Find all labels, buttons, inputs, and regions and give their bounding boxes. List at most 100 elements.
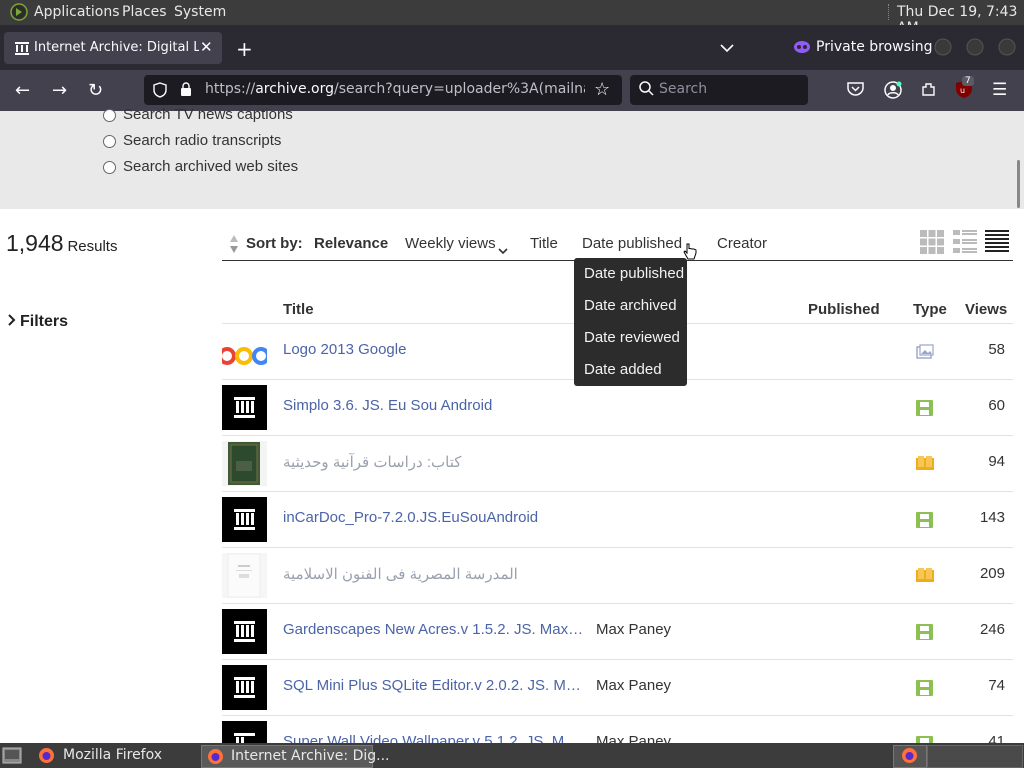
item-creator[interactable]: Max Paney	[596, 621, 671, 638]
gnome-logo-icon[interactable]	[10, 3, 28, 25]
table-row[interactable]: Simplo 3.6. JS. Eu Sou Android 60	[222, 379, 1013, 436]
sort-by-label: Sort by:	[246, 235, 303, 252]
radio-tv-captions[interactable]	[103, 109, 116, 122]
item-creator[interactable]: Max Paney	[596, 677, 671, 694]
lock-icon[interactable]	[180, 82, 192, 101]
software-type-icon	[916, 680, 934, 696]
sort-title[interactable]: Title	[530, 235, 558, 252]
item-views: 60	[988, 397, 1005, 414]
table-row[interactable]: كتاب: دراسات قرآنية وحديثية 94	[222, 435, 1013, 492]
show-desktop-icon[interactable]	[2, 747, 22, 768]
list-detail-view-icon[interactable]	[953, 230, 977, 258]
sort-weekly-views[interactable]: Weekly views	[405, 235, 496, 252]
tab-internet-archive[interactable]: Internet Archive: Digital Libr ✕	[4, 32, 222, 64]
dropdown-date-archived[interactable]: Date archived	[584, 297, 677, 314]
sort-creator[interactable]: Creator	[717, 235, 767, 252]
gnome-top-panel: Applications Places System Thu Dec 19, 7…	[0, 0, 1024, 36]
search-bar[interactable]: Search	[630, 75, 808, 105]
radio-web-sites[interactable]	[103, 161, 116, 174]
table-row[interactable]: المدرسة المصرية فى الفنون الاسلامية 209	[222, 547, 1013, 604]
filters-toggle[interactable]: Filters	[8, 313, 68, 331]
places-menu[interactable]: Places	[122, 4, 167, 20]
thumbnail-google-logo[interactable]	[218, 329, 270, 374]
bookmark-star-icon[interactable]: ☆	[594, 79, 610, 100]
thumbnail-archive-icon[interactable]	[222, 609, 267, 654]
firefox-icon	[901, 747, 918, 768]
ublock-count-badge: 7	[962, 76, 974, 86]
item-title-link[interactable]: كتاب: دراسات قرآنية وحديثية	[283, 453, 586, 471]
back-arrow-icon[interactable]: ←	[15, 80, 30, 101]
maximize-window-icon[interactable]	[966, 38, 984, 60]
private-browsing-icon	[794, 39, 810, 58]
item-title-link[interactable]: SQL Mini Plus SQLite Editor.v 2.0.2. JS.…	[283, 677, 586, 694]
item-views: 94	[988, 453, 1005, 470]
sort-direction-icon[interactable]	[229, 234, 239, 258]
chevron-down-icon[interactable]	[498, 242, 508, 259]
column-type-header[interactable]: Type	[913, 301, 947, 318]
workspace-2[interactable]	[927, 745, 1023, 768]
new-tab-icon[interactable]: +	[236, 37, 253, 61]
table-row[interactable]: SQL Mini Plus SQLite Editor.v 2.0.2. JS.…	[222, 659, 1013, 716]
private-browsing-label: Private browsing	[816, 39, 933, 55]
texts-type-icon	[916, 568, 934, 584]
column-views-header[interactable]: Views	[965, 301, 1007, 318]
table-row[interactable]: inCarDoc_Pro-7.2.0.JS.EuSouAndroid 143	[222, 491, 1013, 548]
table-row[interactable]: Gardenscapes New Acres.v 1.5.2. JS. Max …	[222, 603, 1013, 660]
system-menu[interactable]: System	[174, 4, 226, 20]
item-title-link[interactable]: Gardenscapes New Acres.v 1.5.2. JS. Max …	[283, 621, 586, 638]
workspace-switcher[interactable]	[893, 745, 927, 768]
thumbnail-book-cover[interactable]	[222, 553, 267, 598]
taskbar-firefox-launcher[interactable]: Mozilla Firefox	[30, 745, 195, 766]
shield-icon[interactable]	[153, 82, 167, 102]
radio-label-radio-transcripts: Search radio transcripts	[123, 132, 282, 149]
url-text[interactable]: https://archive.org/search?query=uploade…	[205, 81, 585, 97]
results-label: Results	[67, 238, 118, 255]
url-prefix: https://	[205, 81, 256, 97]
applications-menu[interactable]: Applications	[34, 4, 120, 20]
dropdown-date-published[interactable]: Date published	[584, 265, 684, 282]
forward-arrow-icon[interactable]: →	[52, 80, 67, 101]
sort-relevance[interactable]: Relevance	[314, 235, 388, 252]
item-title-link[interactable]: Logo 2013 Google	[283, 341, 586, 358]
column-title-header[interactable]: Title	[283, 301, 314, 318]
item-views: 74	[988, 677, 1005, 694]
thumbnail-book-cover[interactable]	[222, 441, 267, 486]
search-icon	[639, 81, 654, 100]
page-scrollbar[interactable]	[1017, 160, 1020, 208]
item-title-link[interactable]: المدرسة المصرية فى الفنون الاسلامية	[283, 565, 586, 583]
thumbnail-archive-icon[interactable]	[222, 497, 267, 542]
results-number: 1,948	[6, 230, 64, 256]
reload-icon[interactable]: ↻	[88, 80, 103, 101]
sort-dropdown-menu: Date published Date archived Date review…	[574, 258, 687, 386]
extensions-icon[interactable]	[920, 81, 937, 102]
item-title-link[interactable]: Simplo 3.6. JS. Eu Sou Android	[283, 397, 586, 414]
search-placeholder: Search	[659, 81, 708, 97]
pocket-icon[interactable]	[847, 81, 864, 101]
taskbar-window-internet-archive[interactable]: Internet Archive: Dig...	[201, 745, 390, 768]
svg-text:u: u	[960, 86, 965, 95]
dropdown-date-added[interactable]: Date added	[584, 361, 662, 378]
dropdown-date-reviewed[interactable]: Date reviewed	[584, 329, 680, 346]
thumbnail-archive-icon[interactable]	[222, 721, 267, 744]
column-published-header[interactable]: Published	[808, 301, 880, 318]
url-bar[interactable]: https://archive.org/search?query=uploade…	[144, 75, 622, 105]
account-icon[interactable]	[884, 81, 902, 103]
sort-date-published[interactable]: Date published	[582, 235, 682, 252]
panel-separator	[888, 4, 891, 20]
thumbnail-archive-icon[interactable]	[222, 665, 267, 710]
firefox-icon	[38, 747, 55, 768]
software-type-icon	[916, 512, 934, 528]
tab-close-icon[interactable]: ✕	[200, 38, 213, 56]
minimize-window-icon[interactable]	[934, 38, 952, 60]
radio-label-tv-captions: Search TV news captions	[123, 106, 293, 123]
table-row[interactable]: Super Wall Video Wallpaper.v 5.1.2. JS. …	[222, 715, 1013, 744]
list-compact-view-icon[interactable]	[985, 230, 1009, 258]
radio-radio-transcripts[interactable]	[103, 135, 116, 148]
software-type-icon	[916, 624, 934, 640]
list-tabs-chevron-icon[interactable]	[720, 38, 734, 57]
menu-hamburger-icon[interactable]: ☰	[992, 80, 1007, 100]
tile-view-icon[interactable]	[920, 230, 944, 258]
thumbnail-archive-icon[interactable]	[222, 385, 267, 430]
close-window-icon[interactable]	[998, 38, 1016, 60]
item-title-link[interactable]: inCarDoc_Pro-7.2.0.JS.EuSouAndroid	[283, 509, 586, 526]
